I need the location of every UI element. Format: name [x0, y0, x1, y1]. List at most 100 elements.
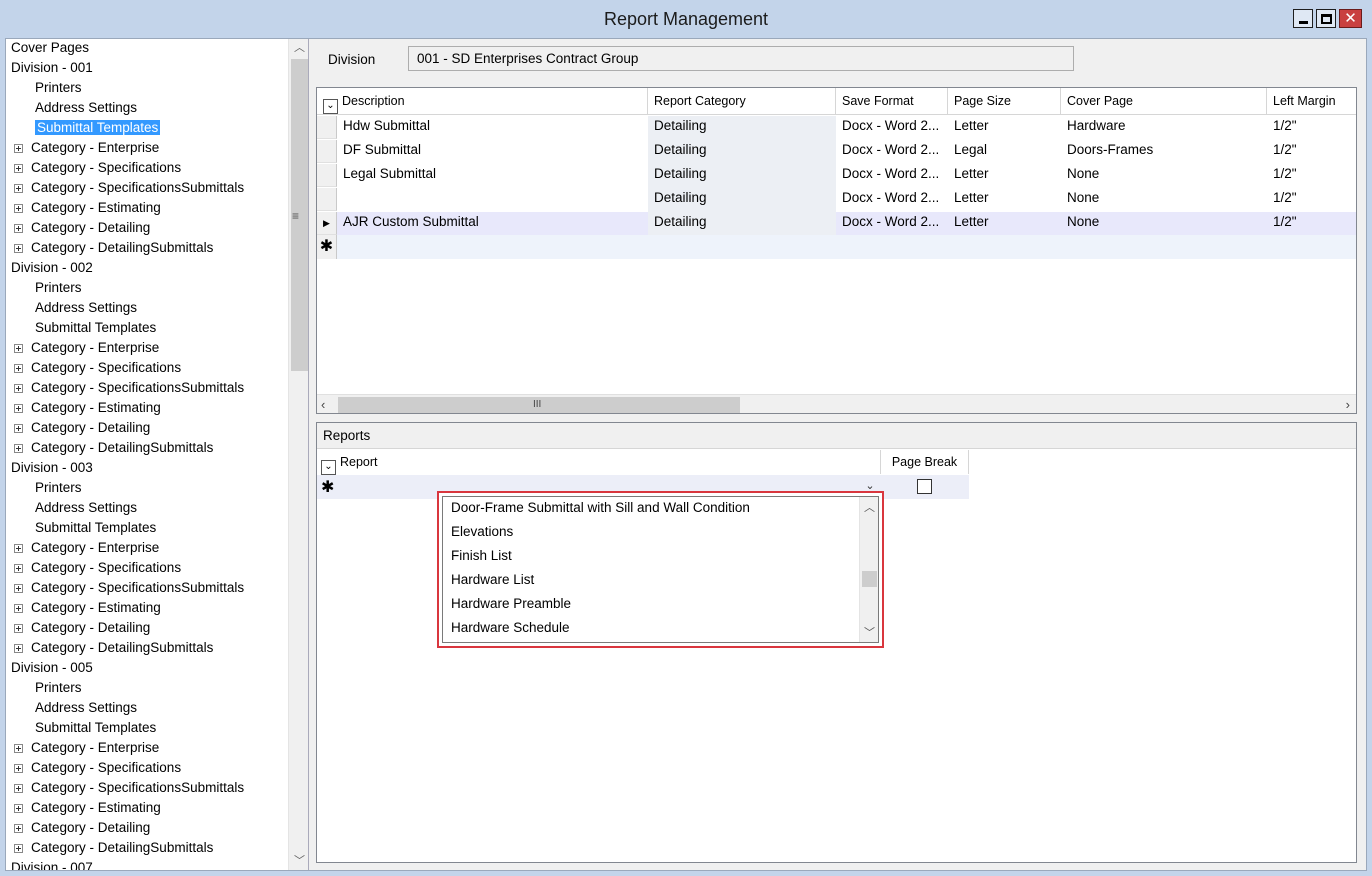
cell-save-format[interactable]: Docx - Word 2... — [836, 164, 948, 188]
cell-save-format[interactable]: Docx - Word 2... — [836, 212, 948, 236]
page-break-checkbox[interactable] — [917, 479, 932, 494]
cell-report-category[interactable]: Detailing — [648, 164, 836, 188]
tree-item[interactable]: Division - 001 — [11, 59, 291, 79]
cell-left-margin[interactable]: 1/2" — [1267, 164, 1356, 188]
expand-icon[interactable] — [14, 784, 23, 793]
dropdown-option[interactable]: Finish List — [443, 545, 878, 569]
tree-item[interactable]: Category - Specifications — [11, 759, 291, 779]
column-header-save-format[interactable]: Save Format — [836, 88, 948, 115]
tree-item[interactable]: Category - SpecificationsSubmittals — [11, 579, 291, 599]
close-button[interactable]: ✕ — [1339, 9, 1362, 28]
column-chooser-icon[interactable]: ⌄ — [321, 460, 336, 475]
expand-icon[interactable] — [14, 184, 23, 193]
tree-item[interactable]: Category - Enterprise — [11, 739, 291, 759]
tree-item[interactable]: Category - DetailingSubmittals — [11, 239, 291, 259]
tree-item[interactable]: Category - Specifications — [11, 159, 291, 179]
scroll-up-icon[interactable]: ︿ — [860, 499, 878, 515]
cell-save-format[interactable]: Docx - Word 2... — [836, 116, 948, 140]
cell-page-size[interactable]: Letter — [948, 116, 1061, 140]
tree-item[interactable]: Category - DetailingSubmittals — [11, 839, 291, 859]
scroll-down-icon[interactable]: ﹀ — [860, 624, 878, 640]
expand-icon[interactable] — [14, 424, 23, 433]
expand-icon[interactable] — [14, 624, 23, 633]
expand-icon[interactable] — [14, 444, 23, 453]
expand-icon[interactable] — [14, 844, 23, 853]
cell-report-category[interactable]: Detailing — [648, 116, 836, 140]
expand-icon[interactable] — [14, 384, 23, 393]
tree-item[interactable]: Address Settings — [11, 699, 291, 719]
cell-left-margin[interactable]: 1/2" — [1267, 212, 1356, 236]
tree-item[interactable]: Category - Estimating — [11, 199, 291, 219]
tree-item[interactable]: Submittal Templates — [11, 719, 291, 739]
maximize-button[interactable] — [1316, 9, 1336, 28]
tree-item[interactable]: Printers — [11, 279, 291, 299]
column-header-report[interactable]: ⌄ Report — [317, 450, 881, 475]
cell-description[interactable]: Legal Submittal — [337, 164, 648, 188]
dropdown-option[interactable]: Hardware List — [443, 569, 878, 593]
table-row[interactable]: ▶ AJR Custom Submittal Detailing Docx - Wor… — [317, 212, 1356, 236]
table-row[interactable]: Legal Submittal Detailing Docx - Word 2...… — [317, 164, 1356, 188]
tree-item[interactable]: Category - SpecificationsSubmittals — [11, 179, 291, 199]
tree-item[interactable]: Address Settings — [11, 499, 291, 519]
expand-icon[interactable] — [14, 144, 23, 153]
tree-item[interactable]: Category - Estimating — [11, 399, 291, 419]
row-header[interactable] — [317, 140, 337, 163]
row-header[interactable] — [317, 164, 337, 187]
cell-page-size[interactable]: Letter — [948, 164, 1061, 188]
table-row[interactable]: Hdw Submittal Detailing Docx - Word 2... Le… — [317, 116, 1356, 140]
expand-icon[interactable] — [14, 164, 23, 173]
new-row[interactable]: ✱ — [317, 235, 1356, 259]
cell-cover-page[interactable]: None — [1061, 188, 1267, 212]
tree-item[interactable]: Submittal Templates — [11, 519, 291, 539]
expand-icon[interactable] — [14, 644, 23, 653]
column-header-left-margin[interactable]: Left Margin — [1267, 88, 1356, 115]
expand-icon[interactable] — [14, 604, 23, 613]
tree-item[interactable]: Category - Detailing — [11, 419, 291, 439]
dropdown-scrollbar[interactable]: ︿ ﹀ — [859, 497, 878, 642]
expand-icon[interactable] — [14, 224, 23, 233]
expand-icon[interactable] — [14, 544, 23, 553]
tree-item[interactable]: Address Settings — [11, 299, 291, 319]
tree-item[interactable]: Category - Enterprise — [11, 139, 291, 159]
tree-item[interactable]: Category - DetailingSubmittals — [11, 639, 291, 659]
dropdown-option[interactable]: Door-Frame Submittal with Sill and Wall … — [443, 497, 878, 521]
cell-description[interactable]: DF Submittal — [337, 140, 648, 164]
dropdown-scroll-thumb[interactable] — [862, 571, 877, 587]
table-row[interactable]: Detailing Docx - Word 2... Letter None 1/2" — [317, 188, 1356, 212]
expand-icon[interactable] — [14, 244, 23, 253]
grid-horizontal-scrollbar[interactable]: ‹ III › — [317, 394, 1356, 413]
cell-page-size[interactable]: Letter — [948, 212, 1061, 236]
tree-item[interactable]: Category - Detailing — [11, 619, 291, 639]
scroll-left-icon[interactable]: ‹ — [321, 395, 325, 413]
tree-item[interactable]: Category - Specifications — [11, 359, 291, 379]
expand-icon[interactable] — [14, 804, 23, 813]
cell-report-category[interactable]: Detailing — [648, 188, 836, 212]
tree-item[interactable]: Submittal Templates — [11, 119, 291, 139]
cell-save-format[interactable]: Docx - Word 2... — [836, 188, 948, 212]
expand-icon[interactable] — [14, 404, 23, 413]
tree-item[interactable]: Printers — [11, 479, 291, 499]
tree-item[interactable]: Address Settings — [11, 99, 291, 119]
tree-vertical-scrollbar[interactable]: ︿ ﹀ — [288, 39, 308, 870]
tree-item[interactable]: Category - Estimating — [11, 799, 291, 819]
current-row-icon[interactable]: ▶ — [317, 212, 337, 235]
column-header-cover-page[interactable]: Cover Page — [1061, 88, 1267, 115]
expand-icon[interactable] — [14, 764, 23, 773]
expand-icon[interactable] — [14, 584, 23, 593]
scroll-down-icon[interactable]: ﹀ — [289, 852, 308, 870]
dropdown-option[interactable]: Elevations — [443, 521, 878, 545]
row-header[interactable] — [317, 188, 337, 211]
cell-left-margin[interactable]: 1/2" — [1267, 188, 1356, 212]
tree-item[interactable]: Submittal Templates — [11, 319, 291, 339]
cell-cover-page[interactable]: None — [1061, 164, 1267, 188]
column-header-page-size[interactable]: Page Size — [948, 88, 1061, 115]
tree-item[interactable]: Printers — [11, 679, 291, 699]
cell-description[interactable] — [337, 188, 648, 212]
column-header-report-category[interactable]: Report Category — [648, 88, 836, 115]
expand-icon[interactable] — [14, 204, 23, 213]
tree-item[interactable]: Printers — [11, 79, 291, 99]
cell-report-category[interactable]: Detailing — [648, 212, 836, 236]
dropdown-option[interactable]: Hardware Schedule — [443, 617, 878, 641]
tree-item[interactable]: Category - Estimating — [11, 599, 291, 619]
cell-left-margin[interactable]: 1/2" — [1267, 140, 1356, 164]
